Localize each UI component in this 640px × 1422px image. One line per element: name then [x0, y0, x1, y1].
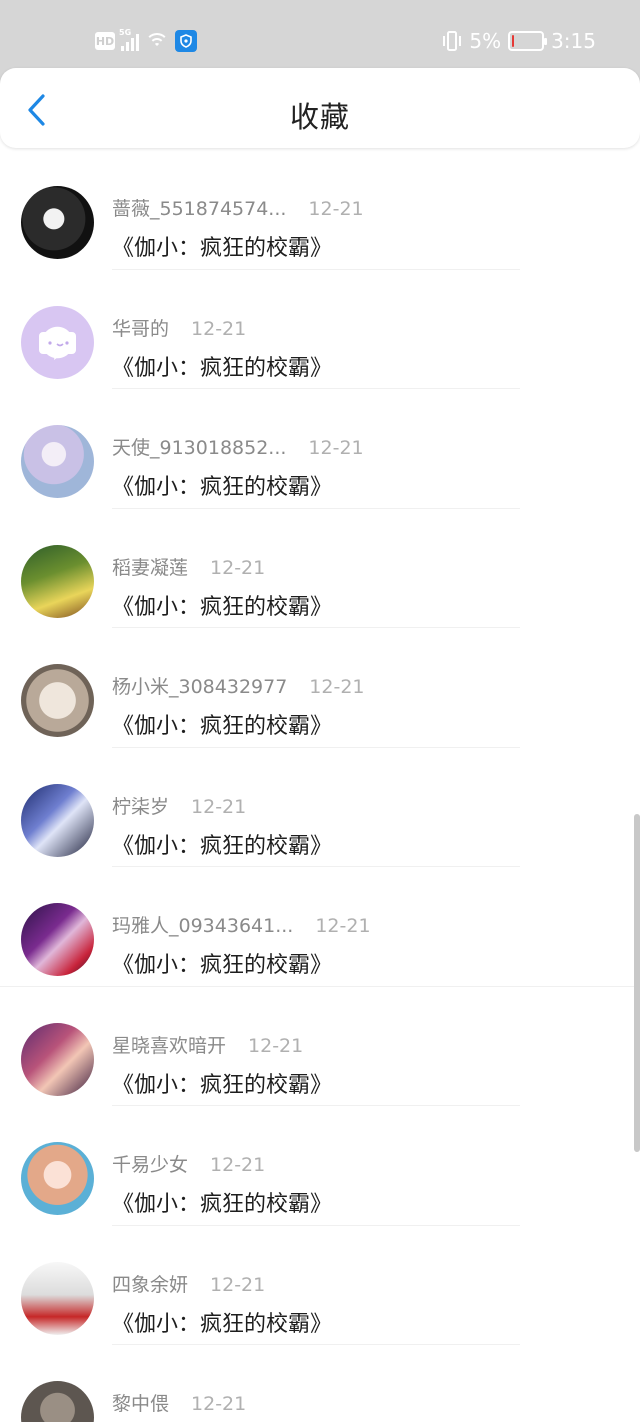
wifi-icon — [145, 31, 169, 51]
page-title: 收藏 — [289, 100, 350, 134]
avatar[interactable] — [21, 1261, 94, 1335]
favorite-date: 12-21 — [308, 198, 364, 220]
avatar[interactable] — [21, 544, 94, 618]
username[interactable]: 蔷薇_551874574... — [112, 198, 286, 220]
book-title[interactable]: 《伽小：疯狂的校霸》 — [112, 947, 332, 979]
item-meta: 千易少女 12-21 — [112, 1150, 265, 1177]
book-title[interactable]: 《伽小：疯狂的校霸》 — [112, 1067, 332, 1099]
book-title[interactable]: 《伽小：疯狂的校霸》 — [112, 1306, 332, 1338]
item-meta: 玛雅人_09343641... 12-21 — [112, 911, 371, 938]
username[interactable]: 杨小米_308432977 — [112, 676, 287, 698]
favorite-date: 12-21 — [309, 676, 365, 698]
network-type-label: 5G — [119, 28, 132, 37]
battery-percent: 5% — [469, 29, 502, 53]
username[interactable]: 星晓喜欢暗开 — [112, 1035, 226, 1057]
favorites-list: 蔷薇_551874574... 12-21 《伽小：疯狂的校霸》 华哥的 12-21 《伽… — [0, 150, 640, 1422]
shield-icon — [175, 30, 197, 52]
list-item[interactable]: 玛雅人_09343641... 12-21 《伽小：疯狂的校霸》 — [0, 867, 640, 987]
list-item[interactable]: 黎中偎 12-21 — [0, 1345, 640, 1422]
username[interactable]: 柠柒岁 — [112, 796, 169, 818]
item-meta: 华哥的 12-21 — [112, 314, 246, 341]
favorite-date: 12-21 — [191, 317, 247, 340]
item-meta: 柠柒岁 12-21 — [112, 792, 246, 819]
username[interactable]: 千易少女 — [112, 1154, 188, 1176]
avatar[interactable] — [21, 783, 94, 857]
list-item[interactable]: 华哥的 12-21 《伽小：疯狂的校霸》 — [0, 270, 640, 389]
list-item[interactable]: 杨小米_308432977 12-21 《伽小：疯狂的校霸》 — [0, 628, 640, 748]
battery-level-fill — [512, 35, 515, 47]
book-title[interactable]: 《伽小：疯狂的校霸》 — [112, 828, 332, 860]
avatar[interactable] — [21, 664, 94, 737]
favorite-date: 12-21 — [210, 1154, 266, 1176]
item-meta: 天使_913018852... 12-21 — [112, 433, 364, 460]
list-item[interactable]: 稻妻凝莲 12-21 《伽小：疯狂的校霸》 — [0, 509, 640, 628]
list-item[interactable]: 蔷薇_551874574... 12-21 《伽小：疯狂的校霸》 — [0, 150, 640, 270]
scrollbar[interactable] — [634, 814, 640, 1152]
list-item[interactable]: 柠柒岁 12-21 《伽小：疯狂的校霸》 — [0, 748, 640, 867]
avatar[interactable] — [21, 1142, 94, 1215]
item-meta: 杨小米_308432977 12-21 — [112, 672, 365, 699]
username[interactable]: 天使_913018852... — [112, 437, 286, 459]
status-left-icons: HD 5G — [95, 28, 197, 53]
book-title[interactable]: 《伽小：疯狂的校霸》 — [112, 708, 332, 740]
favorite-date: 12-21 — [308, 437, 364, 459]
vibrate-icon — [443, 31, 462, 51]
username[interactable]: 四象余妍 — [112, 1274, 188, 1296]
hd-badge: HD — [95, 32, 115, 50]
clock: 3:15 — [551, 29, 596, 53]
book-title[interactable]: 《伽小：疯狂的校霸》 — [112, 1186, 332, 1218]
app-header: 收藏 — [0, 68, 640, 148]
signal-icon: 5G — [119, 28, 139, 51]
list-item[interactable]: 星晓喜欢暗开 12-21 《伽小：疯狂的校霸》 — [0, 987, 640, 1106]
book-title[interactable]: 《伽小：疯狂的校霸》 — [112, 469, 332, 501]
username[interactable]: 华哥的 — [112, 318, 169, 340]
book-title[interactable]: 《伽小：疯狂的校霸》 — [112, 589, 332, 621]
avatar[interactable] — [21, 1022, 94, 1096]
avatar[interactable] — [21, 305, 94, 379]
username[interactable]: 黎中偎 — [112, 1393, 169, 1415]
favorite-date: 12-21 — [248, 1034, 304, 1057]
avatar[interactable] — [21, 425, 94, 498]
favorite-date: 12-21 — [210, 1273, 266, 1296]
item-meta: 星晓喜欢暗开 12-21 — [112, 1031, 303, 1058]
item-meta: 稻妻凝莲 12-21 — [112, 553, 265, 580]
book-title[interactable]: 《伽小：疯狂的校霸》 — [112, 230, 332, 262]
battery-icon — [508, 31, 548, 51]
favorite-date: 12-21 — [191, 1393, 247, 1415]
avatar[interactable] — [21, 186, 94, 259]
username[interactable]: 玛雅人_09343641... — [112, 915, 293, 937]
status-right-icons: 5% 3:15 — [442, 28, 596, 54]
item-meta: 蔷薇_551874574... 12-21 — [112, 194, 364, 221]
favorite-date: 12-21 — [315, 915, 371, 937]
list-item[interactable]: 天使_913018852... 12-21 《伽小：疯狂的校霸》 — [0, 389, 640, 509]
username[interactable]: 稻妻凝莲 — [112, 557, 188, 579]
item-meta: 黎中偎 12-21 — [112, 1389, 246, 1416]
avatar[interactable] — [21, 903, 94, 976]
favorite-date: 12-21 — [191, 795, 247, 818]
favorite-date: 12-21 — [210, 556, 266, 579]
item-meta: 四象余妍 12-21 — [112, 1270, 265, 1297]
chat-bubble-icon — [39, 331, 76, 360]
list-item[interactable]: 千易少女 12-21 《伽小：疯狂的校霸》 — [0, 1106, 640, 1226]
list-item[interactable]: 四象余妍 12-21 《伽小：疯狂的校霸》 — [0, 1226, 640, 1345]
avatar[interactable] — [21, 1381, 94, 1422]
book-title[interactable]: 《伽小：疯狂的校霸》 — [112, 350, 332, 382]
